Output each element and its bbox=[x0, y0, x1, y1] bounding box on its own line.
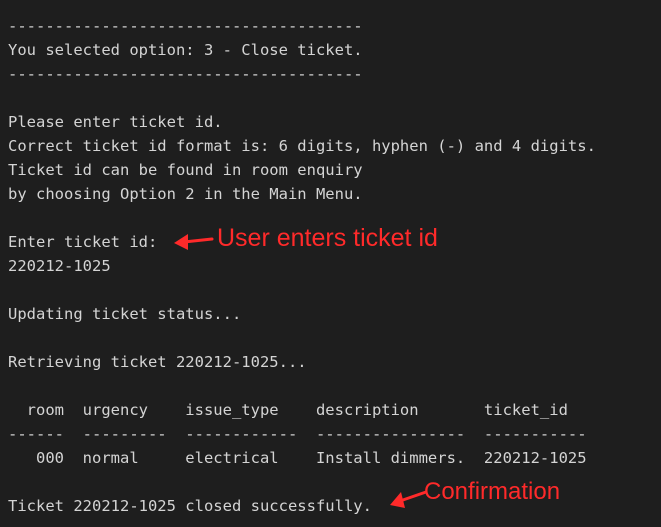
lookup-hint-continued: by choosing Option 2 in the Main Menu. bbox=[8, 185, 363, 203]
user-input-annotation: User enters ticket id bbox=[217, 224, 438, 252]
retrieving-message: Retrieving ticket 220212-1025... bbox=[8, 353, 307, 371]
status-message: Updating ticket status... bbox=[8, 305, 242, 323]
separator-line: -------------------------------------- bbox=[8, 17, 363, 35]
lookup-hint: Ticket id can be found in room enquiry bbox=[8, 161, 363, 179]
prompt-instruction: Please enter ticket id. bbox=[8, 113, 223, 131]
selected-option-text: You selected option: 3 - Close ticket. bbox=[8, 41, 363, 59]
table-separator: ------ --------- ------------ ----------… bbox=[8, 425, 587, 443]
terminal-output: -------------------------------------- Y… bbox=[0, 0, 661, 527]
format-hint: Correct ticket id format is: 6 digits, h… bbox=[8, 137, 596, 155]
confirmation-annotation: Confirmation bbox=[424, 478, 561, 505]
separator-line: -------------------------------------- bbox=[8, 65, 363, 83]
success-message: Ticket 220212-1025 closed successfully. bbox=[8, 497, 372, 515]
ticket-id-prompt: Enter ticket id: bbox=[8, 233, 158, 251]
user-input-arrow-icon bbox=[174, 234, 214, 250]
table-row: 000 normal electrical Install dimmers. 2… bbox=[8, 449, 587, 467]
table-header: room urgency issue_type description tick… bbox=[8, 401, 568, 419]
ticket-id-input: 220212-1025 bbox=[8, 257, 111, 275]
confirmation-arrow-icon bbox=[390, 490, 428, 508]
